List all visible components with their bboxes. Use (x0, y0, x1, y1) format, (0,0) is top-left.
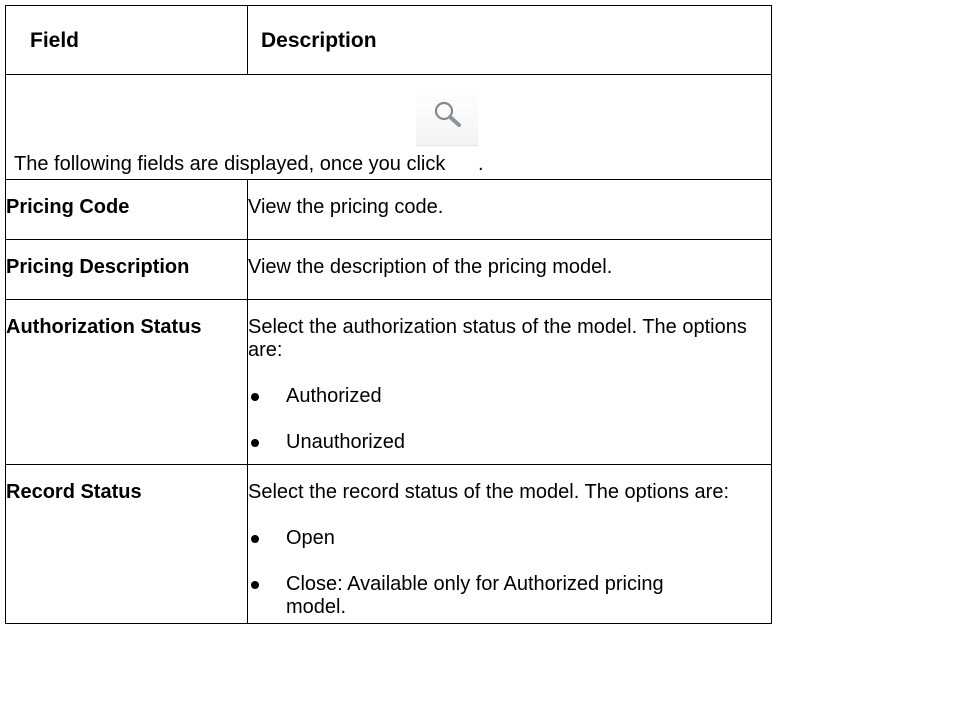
search-button[interactable] (416, 89, 478, 146)
list-item: Open (248, 527, 767, 550)
bullet-icon (251, 393, 259, 401)
table-row: Pricing Code View the pricing code. (5, 179, 772, 240)
list-item: Authorized (248, 385, 771, 408)
field-name: Pricing Description (5, 239, 248, 300)
header-description: Description (247, 5, 772, 75)
field-description: Select the authorization status of the m… (248, 316, 747, 361)
options-list: Open Close: Available only for Authorize… (248, 527, 767, 619)
field-name: Record Status (5, 464, 248, 624)
option-label: Close: Available only for Authorized pri… (286, 573, 664, 618)
header-field: Field (5, 5, 248, 75)
option-label: Open (286, 527, 335, 549)
field-description-cell: Select the authorization status of the m… (247, 299, 772, 465)
list-item: Close: Available only for Authorized pri… (248, 573, 767, 619)
field-name: Authorization Status (5, 299, 248, 465)
table-header-row: Field Description (5, 5, 772, 75)
intro-cell: The following fields are displayed, once… (5, 74, 772, 180)
field-description: Select the record status of the model. T… (248, 481, 730, 503)
option-label: Authorized (286, 385, 382, 407)
field-name: Pricing Code (5, 179, 248, 240)
list-item: Unauthorized (248, 431, 771, 454)
options-list: Authorized Unauthorized (248, 385, 771, 454)
field-description-table: Field Description The following fields a… (5, 5, 772, 624)
bullet-icon (251, 535, 259, 543)
option-label: Unauthorized (286, 431, 405, 453)
table-row: Pricing Description View the description… (5, 239, 772, 300)
bullet-icon (251, 439, 259, 447)
intro-row: The following fields are displayed, once… (5, 74, 772, 180)
search-icon (434, 101, 461, 127)
intro-period: . (478, 153, 484, 175)
table-row: Record Status Select the record status o… (5, 464, 772, 624)
bullet-icon (251, 581, 259, 589)
field-description: View the description of the pricing mode… (247, 239, 772, 300)
table-row: Authorization Status Select the authoriz… (5, 299, 772, 465)
field-description: View the pricing code. (247, 179, 772, 240)
intro-text: The following fields are displayed, once… (14, 153, 446, 175)
field-description-cell: Select the record status of the model. T… (247, 464, 772, 624)
